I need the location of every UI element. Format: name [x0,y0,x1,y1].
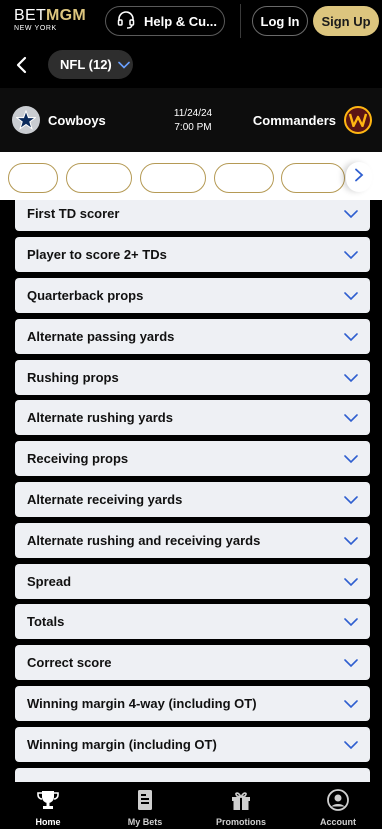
filter-chip[interactable] [8,163,58,193]
market-label: Player to score 2+ TDs [27,247,167,262]
help-label: Help & Cu... [144,13,217,29]
nav-home-label: Home [35,817,61,827]
headset-icon [116,10,136,33]
market-item-alternate-rushing-receiving-yards[interactable]: Alternate rushing and receiving yards [15,523,370,558]
chevron-down-icon [344,414,358,423]
chevron-down-icon [344,292,358,301]
home-team: Cowboys [12,106,106,134]
market-item-alternate-rushing-yards[interactable]: Alternate rushing yards [15,400,370,435]
nav-promotions[interactable]: Promotions [206,788,276,827]
market-filter-bar [0,152,382,200]
market-label: Spread [27,574,72,589]
commanders-logo-icon [344,106,372,134]
chevron-down-icon [344,537,358,546]
market-label: Rushing props [27,370,119,385]
nav-account[interactable]: Account [303,788,373,827]
market-item-totals[interactable]: Totals [15,604,370,639]
market-label: Alternate passing yards [27,329,175,344]
chevron-down-icon [344,700,358,709]
betmgm-logo[interactable]: BETMGM NEW YORK [14,7,87,33]
chevron-down-icon [344,333,358,342]
help-button[interactable]: Help & Cu... [105,6,225,36]
nav-home[interactable]: Home [13,788,83,827]
game-datetime: 11/24/24 7:00 PM [170,107,216,135]
market-item-correct-score[interactable]: Correct score [15,645,370,680]
scroll-right-button[interactable] [346,162,372,192]
nav-my-bets-label: My Bets [127,817,163,827]
logo-suffix: MGM [46,7,87,24]
market-label: Winning margin (including OT) [27,737,217,752]
signup-button[interactable]: Sign Up [313,6,379,36]
chevron-down-icon [344,659,358,668]
top-header: BETMGM NEW YORK Help & Cu... Log In Sign… [0,0,382,42]
market-label: Winning margin 4-way (including OT) [27,696,257,711]
market-item-partial[interactable] [15,768,370,782]
market-label: First TD scorer [27,206,120,221]
market-item-receiving-props[interactable]: Receiving props [15,441,370,476]
gift-icon [232,792,250,810]
sub-navigation: NFL (12) [0,42,382,88]
league-label: NFL (12) [60,57,112,72]
filter-chip[interactable] [140,163,206,193]
filter-chip[interactable] [66,163,132,193]
bottom-navigation: Home My Bets Promotions Account [0,782,382,829]
chevron-down-icon [344,618,358,627]
market-item-winning-margin-4way[interactable]: Winning margin 4-way (including OT) [15,686,370,721]
filter-chip[interactable] [281,163,345,193]
market-label: Totals [27,614,65,629]
chevron-down-icon [344,374,358,383]
market-item-winning-margin[interactable]: Winning margin (including OT) [15,727,370,762]
market-label: Quarterback props [27,288,144,303]
chevron-right-icon [354,168,364,187]
chevron-down-icon [344,496,358,505]
market-item-alternate-receiving-yards[interactable]: Alternate receiving yards [15,482,370,517]
trophy-icon [37,791,59,809]
market-item-alternate-passing-yards[interactable]: Alternate passing yards [15,319,370,354]
nav-account-label: Account [320,817,356,827]
login-button[interactable]: Log In [252,6,308,36]
game-time: 7:00 PM [174,122,212,133]
market-item-player-2plus-tds[interactable]: Player to score 2+ TDs [15,237,370,272]
market-label: Alternate rushing and receiving yards [27,533,261,548]
filter-chip[interactable] [214,163,274,193]
chevron-down-icon [344,251,358,260]
nav-my-bets[interactable]: My Bets [110,788,180,827]
game-date: 11/24/24 [173,108,213,119]
market-label: Alternate rushing yards [27,410,173,425]
market-label: Alternate receiving yards [27,492,183,507]
home-team-name: Cowboys [48,112,106,128]
market-label: Correct score [27,655,112,670]
market-item-quarterback-props[interactable]: Quarterback props [15,278,370,313]
header-divider [240,4,241,38]
chevron-down-icon [344,741,358,750]
away-team: Commanders [253,106,372,134]
bet-slip-icon [138,790,152,810]
chevron-down-icon [344,578,358,587]
game-header: Cowboys 11/24/24 7:00 PM Commanders [0,88,382,152]
market-item-rushing-props[interactable]: Rushing props [15,360,370,395]
logo-prefix: BET [14,7,47,24]
nav-promotions-label: Promotions [215,817,266,827]
chevron-down-icon [117,57,130,72]
away-team-name: Commanders [252,112,336,128]
market-item-first-td-scorer[interactable]: First TD scorer [15,200,370,231]
logo-region: NEW YORK [14,25,57,32]
market-list: First TD scorer Player to score 2+ TDs Q… [0,200,382,782]
league-selector[interactable]: NFL (12) [48,50,133,79]
chevron-down-icon [344,210,358,219]
account-icon [327,789,349,811]
back-arrow-icon[interactable] [14,56,30,74]
cowboys-logo-icon [12,106,40,134]
chevron-down-icon [344,455,358,464]
market-item-spread[interactable]: Spread [15,564,370,599]
market-label: Receiving props [27,451,129,466]
